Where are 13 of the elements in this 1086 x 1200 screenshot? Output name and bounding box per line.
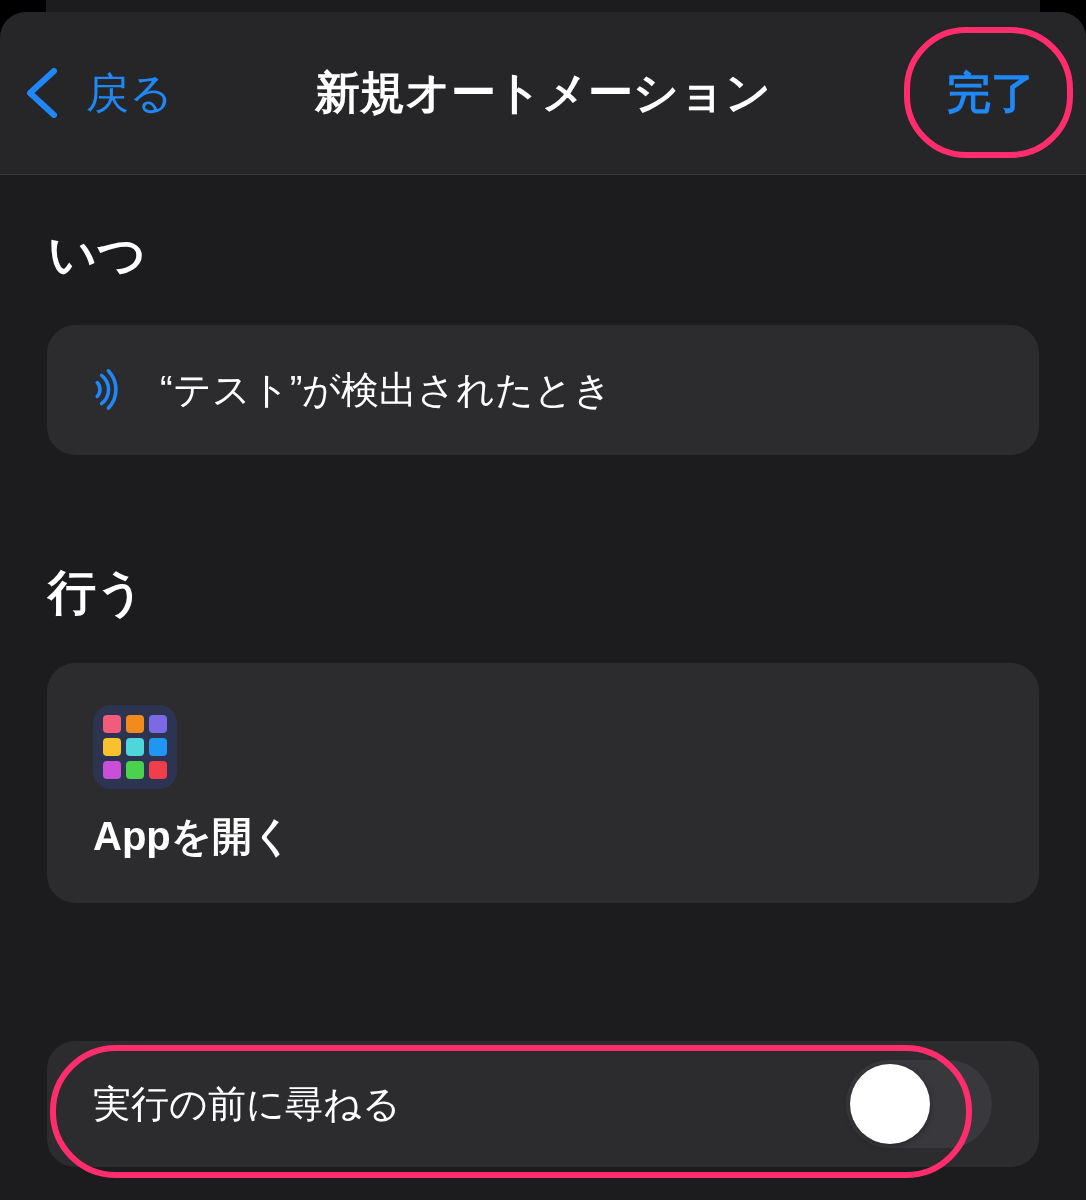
done-button[interactable]: 完了 bbox=[947, 68, 1035, 118]
setting-label: 実行の前に尋ねる bbox=[93, 1082, 401, 1127]
waves-icon bbox=[93, 369, 121, 411]
chevron-left-icon bbox=[25, 68, 59, 118]
section-heading: 行う bbox=[47, 565, 146, 621]
trigger-card[interactable]: “テスト”が検出されたとき bbox=[47, 325, 1039, 455]
section-heading: いつ bbox=[47, 227, 147, 283]
trigger-text: “テスト”が検出されたとき bbox=[160, 368, 613, 413]
back-button[interactable]: 戻る bbox=[25, 68, 173, 118]
screen-title: 新規オートメーション bbox=[315, 67, 771, 119]
action-card[interactable]: Appを開く bbox=[47, 663, 1039, 903]
action-label: Appを開く bbox=[93, 813, 293, 860]
app-grid-icon bbox=[93, 705, 177, 789]
